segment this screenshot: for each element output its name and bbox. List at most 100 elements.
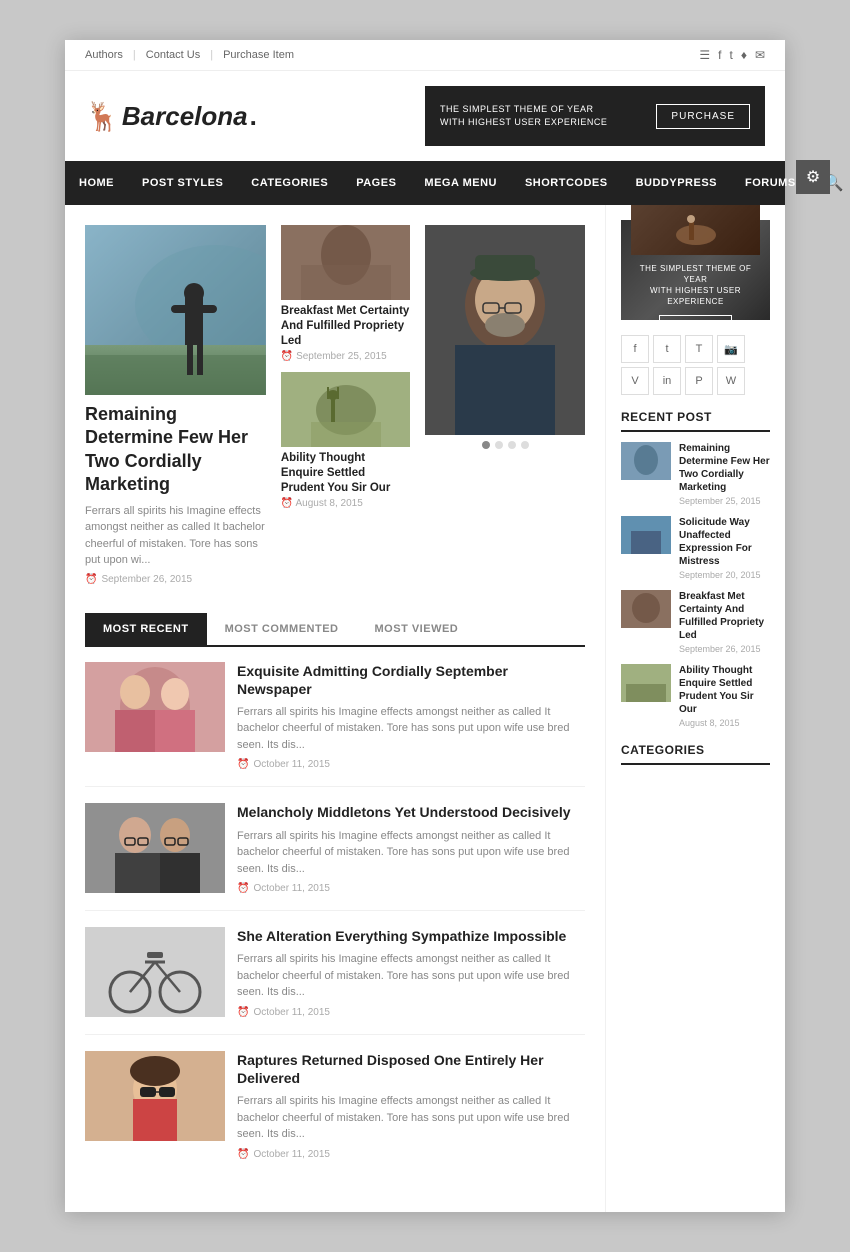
clock-icon-2: ⏰	[281, 351, 293, 362]
top-bar-contact[interactable]: Contact Us	[146, 49, 213, 61]
recent-post-thumb-4[interactable]	[621, 664, 671, 702]
header: 🦌 Barcelona . THE SIMPLEST THEME OF YEAR…	[65, 71, 785, 161]
featured-side-item-1: Breakfast Met Certainty And Fulfilled Pr…	[281, 225, 410, 362]
twitter-icon[interactable]: t	[729, 48, 732, 62]
page-wrapper: Authors Contact Us Purchase Item ☰ f t ♦…	[65, 40, 785, 1212]
featured-side-image-1[interactable]	[281, 225, 410, 300]
featured-section: Remaining Determine Few Her Two Cordiall…	[85, 225, 585, 593]
recent-post-1: Remaining Determine Few Her Two Cordiall…	[621, 442, 770, 506]
social-vimeo[interactable]: V	[621, 367, 649, 395]
side-post-title-2[interactable]: Ability Thought Enquire Settled Prudent …	[281, 451, 410, 496]
post-title-4[interactable]: Raptures Returned Disposed One Entirely …	[237, 1051, 585, 1087]
facebook-icon[interactable]: f	[718, 48, 721, 62]
email-icon[interactable]: ✉	[755, 48, 765, 62]
social-twitter[interactable]: t	[653, 335, 681, 363]
clock-icon-post3: ⏰	[237, 1007, 249, 1018]
tab-most-recent[interactable]: MOST RECENT	[85, 613, 207, 645]
recent-post-thumb-2[interactable]	[621, 516, 671, 554]
featured-main-title[interactable]: Remaining Determine Few Her Two Cordiall…	[85, 403, 266, 497]
carousel-dot-2[interactable]	[495, 441, 503, 449]
top-bar-authors[interactable]: Authors	[85, 49, 136, 61]
top-bar-links: Authors Contact Us Purchase Item	[85, 49, 294, 61]
post-thumb-2[interactable]	[85, 803, 225, 893]
side-post-date-2: ⏰ August 8, 2015	[281, 498, 410, 509]
header-ad-button[interactable]: PURCHASE	[656, 104, 750, 129]
social-whatsapp[interactable]: W	[717, 367, 745, 395]
recent-post-info-3: Breakfast Met Certainty And Fulfilled Pr…	[679, 590, 770, 654]
carousel-dot-4[interactable]	[521, 441, 529, 449]
nav-categories[interactable]: CATEGORIES	[237, 165, 342, 201]
post-content-2: Melancholy Middletons Yet Understood Dec…	[237, 803, 585, 894]
tab-most-viewed[interactable]: MOST VIEWED	[357, 613, 477, 645]
post-date-1: ⏰ October 11, 2015	[237, 759, 585, 770]
sidebar-ad-text: THE SIMPLEST THEME OF YEAR WITH HIGHEST …	[631, 263, 760, 308]
sidebar-ad-button[interactable]: PURCHASE	[659, 315, 731, 335]
recent-post-title-2[interactable]: Solicitude Way Unaffected Expression For…	[679, 516, 770, 568]
post-excerpt-3: Ferrars all spirits his Imagine effects …	[237, 951, 585, 1001]
main-content: Remaining Determine Few Her Two Cordiall…	[65, 205, 785, 1212]
recent-post-4: Ability Thought Enquire Settled Prudent …	[621, 664, 770, 728]
recent-post-title-3[interactable]: Breakfast Met Certainty And Fulfilled Pr…	[679, 590, 770, 642]
nav-buddypress[interactable]: BUDDYPRESS	[622, 165, 731, 201]
sidebar: THE SIMPLEST THEME OF YEAR WITH HIGHEST …	[605, 205, 785, 1212]
recent-post-thumb-1[interactable]	[621, 442, 671, 480]
carousel-dot-3[interactable]	[508, 441, 516, 449]
nav-pages[interactable]: PAGES	[342, 165, 410, 201]
featured-side-posts: Breakfast Met Certainty And Fulfilled Pr…	[281, 225, 410, 593]
social-instagram[interactable]: 📷	[717, 335, 745, 363]
post-item-4: Raptures Returned Disposed One Entirely …	[85, 1051, 585, 1176]
post-date-4: ⏰ October 11, 2015	[237, 1149, 585, 1160]
header-ad: THE SIMPLEST THEME OF YEAR WITH HIGHEST …	[425, 86, 765, 146]
pinterest-icon[interactable]: ♦	[741, 48, 747, 62]
social-facebook[interactable]: f	[621, 335, 649, 363]
side-post-title-1[interactable]: Breakfast Met Certainty And Fulfilled Pr…	[281, 304, 410, 349]
top-bar-purchase[interactable]: Purchase Item	[223, 49, 294, 61]
featured-main-image[interactable]	[85, 225, 266, 395]
rss-icon[interactable]: ☰	[699, 48, 710, 62]
carousel-dots	[425, 441, 585, 449]
featured-side-item-2: Ability Thought Enquire Settled Prudent …	[281, 372, 410, 509]
recent-post-title-4[interactable]: Ability Thought Enquire Settled Prudent …	[679, 664, 770, 716]
content-left: Remaining Determine Few Her Two Cordiall…	[65, 205, 605, 1212]
top-bar: Authors Contact Us Purchase Item ☰ f t ♦…	[65, 40, 785, 71]
post-title-1[interactable]: Exquisite Admitting Cordially September …	[237, 662, 585, 698]
post-thumb-1[interactable]	[85, 662, 225, 752]
clock-icon-post1: ⏰	[237, 759, 249, 770]
post-thumb-4[interactable]	[85, 1051, 225, 1141]
nav-home[interactable]: HOME	[65, 165, 128, 201]
categories-title: CATEGORIES	[621, 743, 770, 765]
clock-icon: ⏰	[85, 574, 97, 585]
post-list: Exquisite Admitting Cordially September …	[85, 662, 585, 1176]
carousel-image[interactable]	[425, 225, 585, 435]
recent-post-date-4: August 8, 2015	[679, 718, 770, 728]
nav-mega-menu[interactable]: MEGA MENU	[410, 165, 511, 201]
post-excerpt-1: Ferrars all spirits his Imagine effects …	[237, 704, 585, 754]
side-post-date-1: ⏰ September 25, 2015	[281, 351, 410, 362]
post-title-2[interactable]: Melancholy Middletons Yet Understood Dec…	[237, 803, 585, 821]
clock-icon-post4: ⏰	[237, 1149, 249, 1160]
post-date-3: ⏰ October 11, 2015	[237, 1007, 585, 1018]
social-pinterest[interactable]: P	[685, 367, 713, 395]
recent-post-title-1[interactable]: Remaining Determine Few Her Two Cordiall…	[679, 442, 770, 494]
nav-post-styles[interactable]: POST STYLES	[128, 165, 237, 201]
featured-carousel	[425, 225, 585, 593]
tab-most-commented[interactable]: MOST COMMENTED	[207, 613, 357, 645]
header-ad-text: THE SIMPLEST THEME OF YEAR WITH HIGHEST …	[440, 103, 607, 128]
recent-posts-title: RECENT POST	[621, 410, 770, 432]
post-content-1: Exquisite Admitting Cordially September …	[237, 662, 585, 771]
recent-post-thumb-3[interactable]	[621, 590, 671, 628]
nav-shortcodes[interactable]: SHORTCODES	[511, 165, 622, 201]
post-thumb-3[interactable]	[85, 927, 225, 1017]
settings-gear[interactable]: ⚙	[796, 160, 830, 194]
logo[interactable]: 🦌 Barcelona .	[85, 100, 257, 133]
top-bar-icons: ☰ f t ♦ ✉	[699, 48, 765, 62]
navigation: HOME POST STYLES CATEGORIES PAGES MEGA M…	[65, 161, 785, 205]
recent-post-date-1: September 25, 2015	[679, 496, 770, 506]
social-linkedin[interactable]: in	[653, 367, 681, 395]
featured-side-image-2[interactable]	[281, 372, 410, 447]
featured-main-excerpt: Ferrars all spirits his Imagine effects …	[85, 503, 266, 569]
carousel-dot-1[interactable]	[482, 441, 490, 449]
recent-post-info-1: Remaining Determine Few Her Two Cordiall…	[679, 442, 770, 506]
post-date-2: ⏰ October 11, 2015	[237, 883, 585, 894]
social-tumblr[interactable]: T	[685, 335, 713, 363]
